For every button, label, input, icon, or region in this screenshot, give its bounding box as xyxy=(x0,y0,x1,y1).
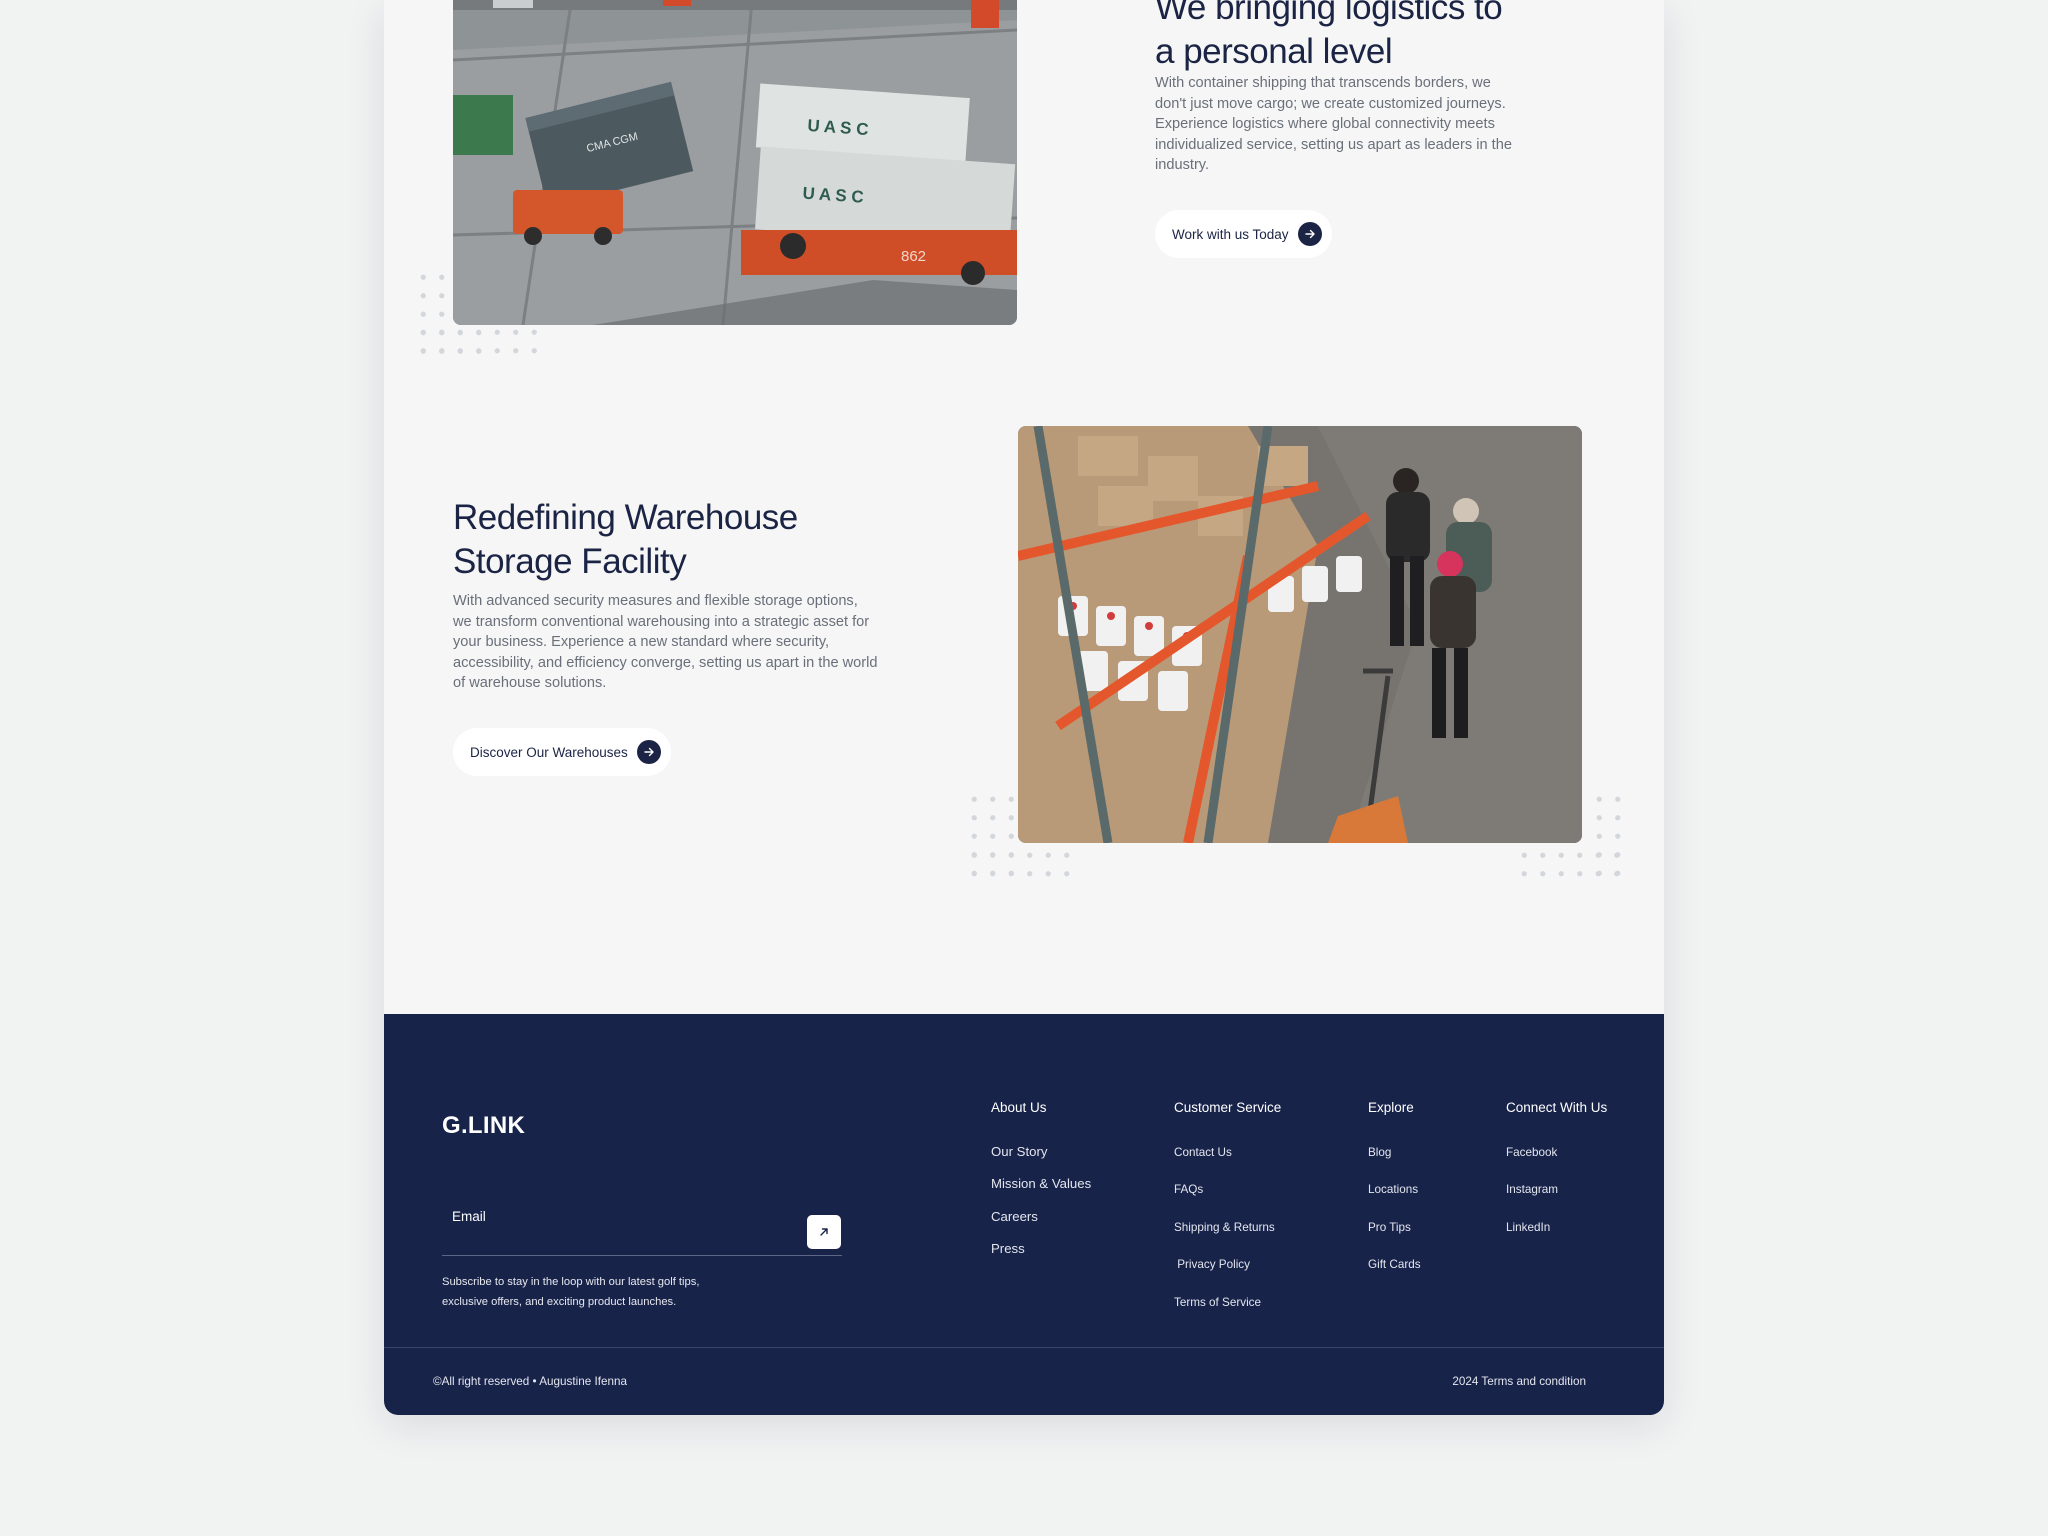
footer-column-title: About Us xyxy=(991,1100,1047,1115)
arrow-right-icon xyxy=(636,740,661,764)
discover-warehouses-button[interactable]: Discover Our Warehouses xyxy=(453,728,671,776)
decorative-dot-grid xyxy=(414,323,544,358)
arrow-up-right-icon xyxy=(820,1228,828,1236)
footer-link-pro-tips[interactable]: Pro Tips xyxy=(1368,1209,1421,1246)
decorative-dot-grid xyxy=(965,846,1075,880)
container-port-image: CMA CGM U A S C U A S C 862 xyxy=(453,0,1017,325)
decorative-dot-grid xyxy=(1515,846,1624,880)
work-with-us-button[interactable]: Work with us Today xyxy=(1155,210,1332,258)
footer-link-locations[interactable]: Locations xyxy=(1368,1171,1421,1208)
footer-link-facebook[interactable]: Facebook xyxy=(1506,1134,1607,1171)
subscribe-note: Subscribe to stay in the loop with our l… xyxy=(442,1276,700,1308)
footer-link-faqs[interactable]: FAQs xyxy=(1174,1171,1281,1208)
logistics-description: With container shipping that transcends … xyxy=(1155,75,1512,173)
footer-link-contact-us[interactable]: Contact Us xyxy=(1174,1134,1281,1171)
work-with-us-label: Work with us Today xyxy=(1172,226,1289,242)
footer-column-customer-service: Customer Service Contact Us FAQs Shippin… xyxy=(1174,1100,1281,1321)
email-submit-button[interactable] xyxy=(807,1215,841,1249)
truck-number: 862 xyxy=(901,248,926,265)
footer-link-shipping-returns[interactable]: Shipping & Returns xyxy=(1174,1209,1281,1246)
footer-link-linkedin[interactable]: LinkedIn xyxy=(1506,1209,1607,1246)
terms-link[interactable]: 2024 Terms and condition xyxy=(1452,1375,1586,1388)
footer-link-press[interactable]: Press xyxy=(991,1233,1091,1265)
warehouse-heading: Redefining Warehouse Storage Facility xyxy=(453,496,798,584)
footer-column-connect: Connect With Us Facebook Instagram Linke… xyxy=(1506,1100,1607,1246)
page-container: CMA CGM U A S C U A S C 862 We bringing … xyxy=(384,0,1664,1415)
warehouse-description: With advanced security measures and flex… xyxy=(453,593,878,691)
arrow-right-icon xyxy=(1297,222,1322,246)
footer-link-careers[interactable]: Careers xyxy=(991,1201,1091,1233)
warehouse-heading-line1: Redefining Warehouse xyxy=(453,498,798,537)
warehouse-heading-line2: Storage Facility xyxy=(453,542,687,581)
footer-link-our-story[interactable]: Our Story xyxy=(991,1136,1091,1168)
footer-link-blog[interactable]: Blog xyxy=(1368,1134,1421,1171)
site-footer: G.LINK Subscribe to stay in the loop wit… xyxy=(384,1014,1664,1415)
footer-link-terms-of-service[interactable]: Terms of Service xyxy=(1174,1284,1281,1321)
email-input[interactable] xyxy=(452,1202,772,1230)
footer-column-about: About Us Our Story Mission & Values Care… xyxy=(991,1100,1091,1265)
footer-link-mission-values[interactable]: Mission & Values xyxy=(991,1168,1091,1200)
footer-link-privacy-policy[interactable]: Privacy Policy xyxy=(1174,1246,1281,1283)
newsletter-form xyxy=(442,1200,842,1256)
footer-column-title: Explore xyxy=(1368,1100,1414,1115)
discover-warehouses-label: Discover Our Warehouses xyxy=(470,744,628,760)
footer-column-title: Customer Service xyxy=(1174,1100,1282,1115)
warehouse-workers-image xyxy=(1018,426,1582,843)
copyright-text: ©All right reserved • Augustine Ifenna xyxy=(433,1375,627,1388)
footer-logo[interactable]: G.LINK xyxy=(442,1112,525,1140)
footer-link-gift-cards[interactable]: Gift Cards xyxy=(1368,1246,1421,1283)
logistics-heading-line2: a personal level xyxy=(1155,32,1393,71)
footer-link-instagram[interactable]: Instagram xyxy=(1506,1171,1607,1208)
footer-column-explore: Explore Blog Locations Pro Tips Gift Car… xyxy=(1368,1100,1421,1284)
logistics-heading: We bringing logistics to a personal leve… xyxy=(1155,0,1503,74)
footer-divider xyxy=(384,1347,1664,1348)
footer-column-title: Connect With Us xyxy=(1506,1100,1608,1115)
logistics-heading-line1: We bringing logistics to xyxy=(1155,0,1503,27)
